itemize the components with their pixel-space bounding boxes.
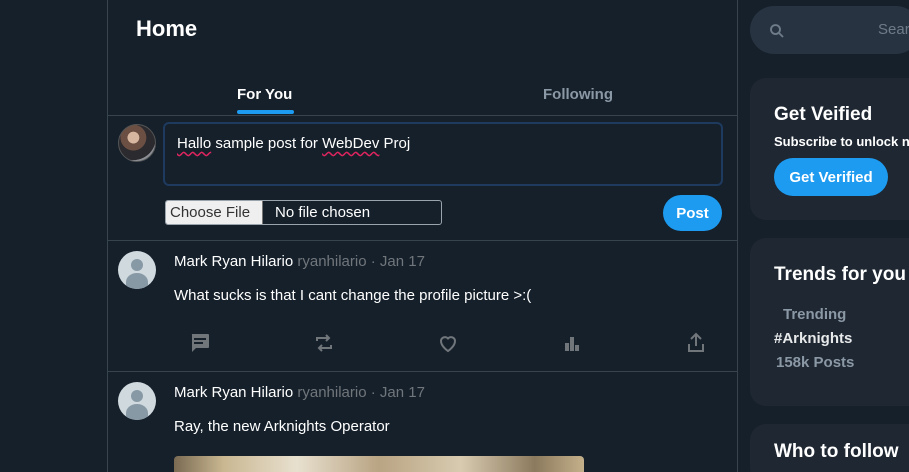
post-text: What sucks is that I cant change the pro…: [174, 287, 532, 304]
post-actions: [188, 331, 708, 355]
post-item[interactable]: Mark Ryan Hilario ryanhilario · Jan 17 R…: [108, 372, 737, 472]
meta-separator: ·: [366, 384, 380, 401]
post-meta: Mark Ryan Hilario ryanhilario · Jan 17: [174, 384, 425, 401]
analytics-icon[interactable]: [560, 331, 584, 355]
composer-text-middle: sample post for: [211, 135, 323, 152]
post-date: Jan 17: [379, 384, 425, 401]
author-name[interactable]: Mark Ryan Hilario: [174, 384, 293, 401]
author-handle[interactable]: ryanhilario: [297, 384, 366, 401]
file-input[interactable]: Choose File No file chosen: [165, 200, 442, 225]
trend-hashtag[interactable]: #Arknights: [774, 330, 852, 347]
post-textarea[interactable]: Hallo sample post for WebDev Proj: [163, 122, 723, 186]
trends-card: Trends for you Trending #Arknights 158k …: [750, 238, 909, 406]
post-meta: Mark Ryan Hilario ryanhilario · Jan 17: [174, 253, 425, 270]
get-verified-button[interactable]: Get Verified: [774, 158, 888, 196]
verified-subtitle: Subscribe to unlock n: [774, 134, 909, 149]
search-input[interactable]: Sear: [750, 6, 909, 54]
page-title: Home: [136, 16, 198, 41]
who-to-follow-title: Who to follow: [774, 441, 899, 462]
tab-for-you[interactable]: For You: [237, 86, 292, 103]
author-handle[interactable]: ryanhilario: [297, 253, 366, 270]
post-text: Ray, the new Arknights Operator: [174, 418, 390, 435]
composer-text-word-2: WebDev: [322, 135, 380, 152]
post-item[interactable]: Mark Ryan Hilario ryanhilario · Jan 17 W…: [108, 241, 737, 372]
post-date: Jan 17: [379, 253, 425, 270]
meta-separator: ·: [366, 253, 380, 270]
author-avatar[interactable]: [118, 251, 156, 289]
trend-post-count: 158k Posts: [776, 354, 855, 371]
retweet-icon[interactable]: [312, 331, 336, 355]
author-name[interactable]: Mark Ryan Hilario: [174, 253, 293, 270]
trends-title: Trends for you: [774, 264, 906, 285]
user-avatar[interactable]: [118, 124, 156, 162]
timeline-header: Home For You Following: [108, 0, 737, 116]
who-to-follow-card: Who to follow: [750, 424, 909, 472]
search-placeholder: Sear: [878, 21, 909, 38]
post-image[interactable]: [174, 456, 584, 472]
choose-file-button[interactable]: Choose File: [166, 201, 264, 224]
composer-text-word-1: Hallo: [177, 135, 212, 152]
composer-text-end: Proj: [379, 135, 411, 152]
tab-following[interactable]: Following: [543, 86, 613, 103]
main-timeline: Home For You Following Hallo sample post…: [107, 0, 738, 472]
active-tab-indicator: [237, 110, 294, 114]
search-icon: [770, 24, 784, 38]
heart-icon[interactable]: [436, 331, 460, 355]
author-avatar[interactable]: [118, 382, 156, 420]
trend-label: Trending: [783, 306, 847, 323]
get-verified-card: Get Veified Subscribe to unlock n Get Ve…: [750, 78, 909, 220]
post-composer: Hallo sample post for WebDev Proj Choose…: [108, 116, 737, 241]
share-icon[interactable]: [684, 331, 708, 355]
file-status: No file chosen: [275, 204, 371, 221]
comment-icon[interactable]: [188, 331, 212, 355]
verified-title: Get Veified: [774, 104, 873, 125]
post-button[interactable]: Post: [663, 195, 722, 231]
